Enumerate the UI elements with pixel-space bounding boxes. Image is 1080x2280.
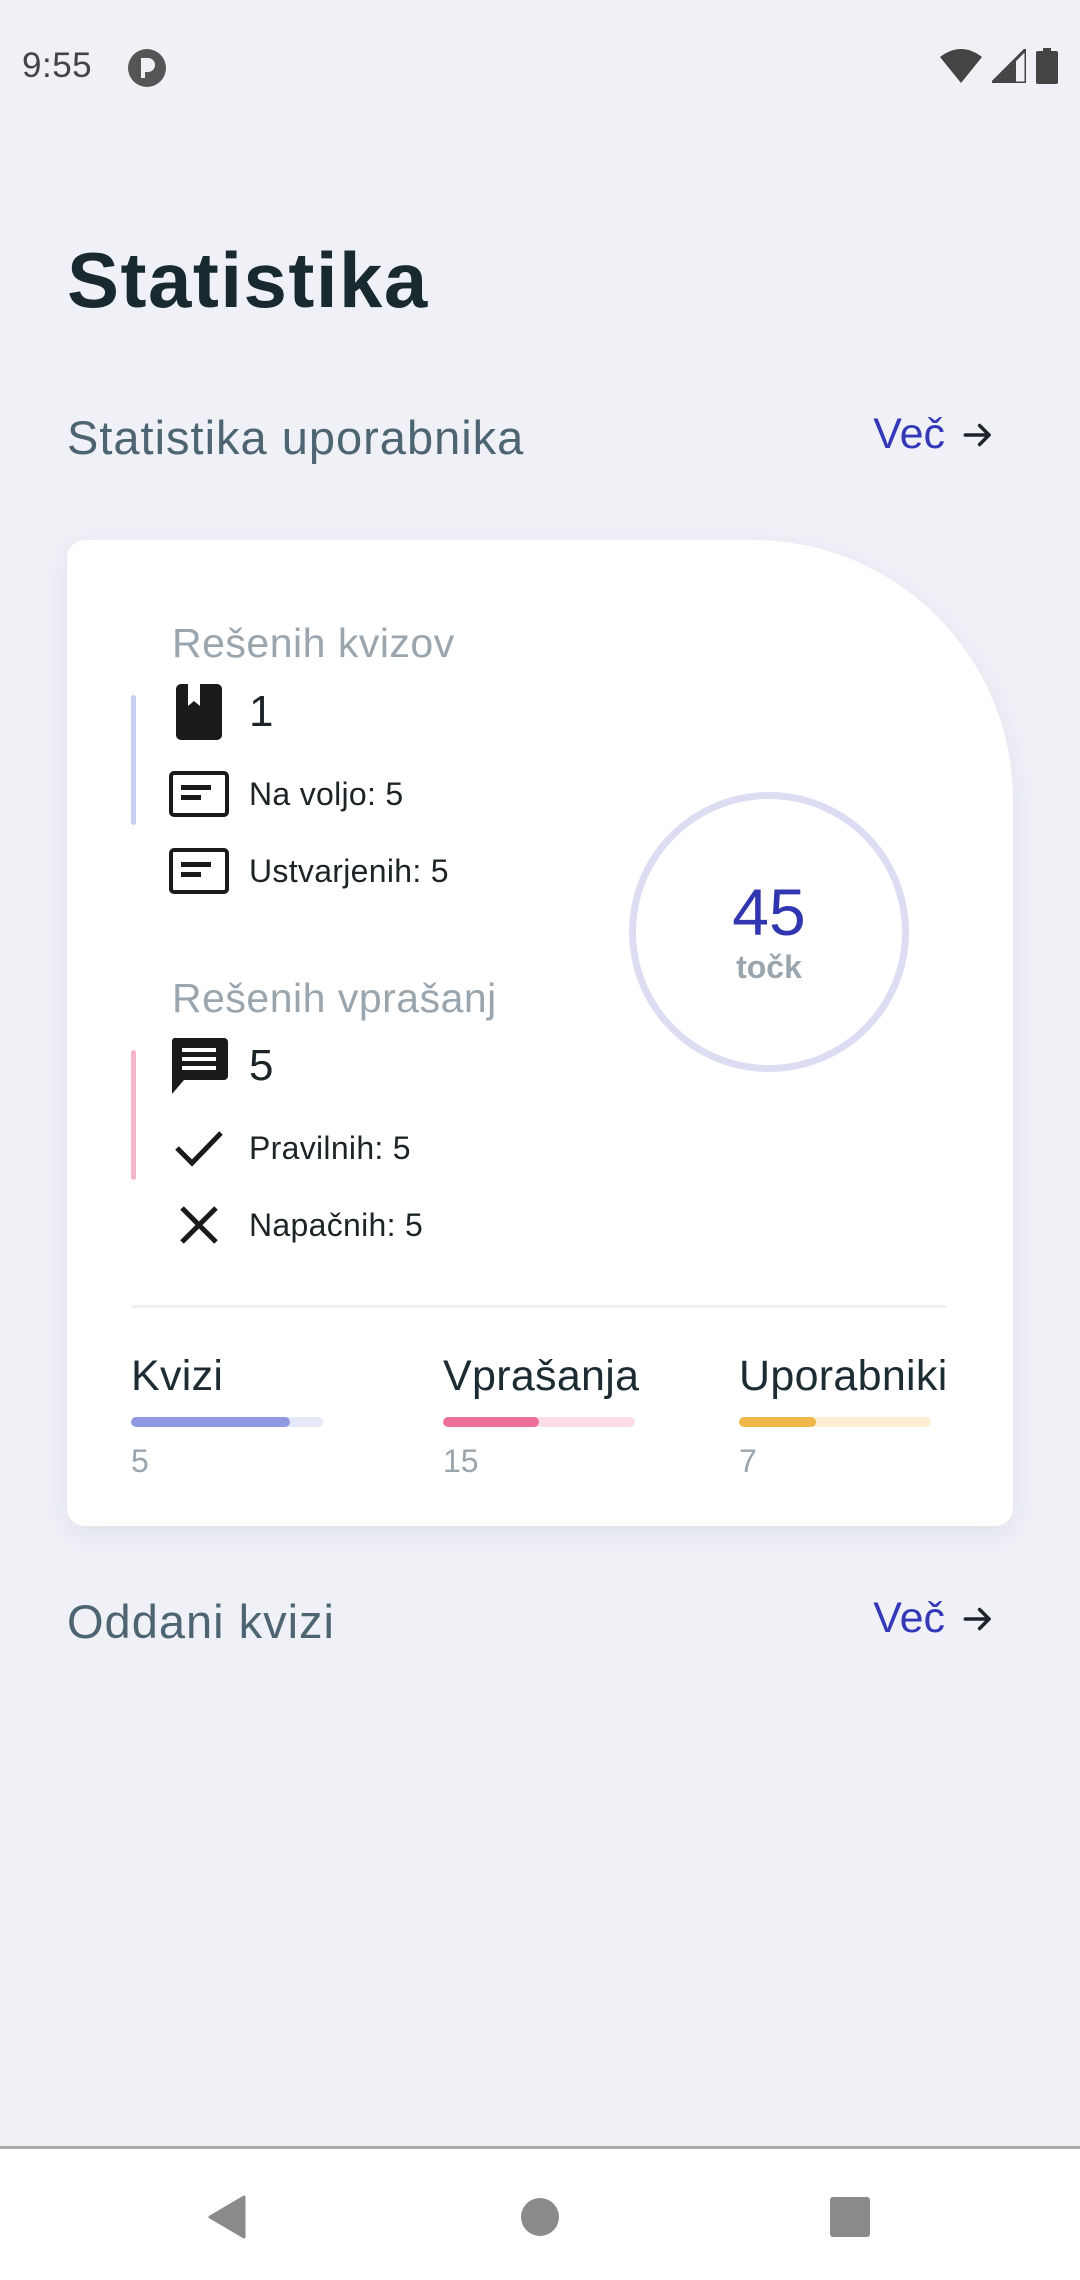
status-time: 9:55 xyxy=(22,46,93,85)
user-stats-card: Rešenih kvizov 1 Na voljo: 5 Ustvarjenih… xyxy=(67,540,1013,1526)
card-divider xyxy=(131,1305,947,1308)
wifi-icon xyxy=(940,49,982,83)
total-users-label: Uporabniki xyxy=(739,1352,948,1400)
page-title: Statistika xyxy=(67,236,429,324)
created-quizzes-row: Ustvarjenih: 5 xyxy=(167,839,449,903)
status-bar: 9:55 xyxy=(0,0,1080,135)
total-users-stat: Uporabniki 7 xyxy=(739,1352,948,1480)
total-quizzes-track xyxy=(131,1417,323,1427)
status-icons xyxy=(940,48,1058,84)
wrong-answers-value: Napačnih: 5 xyxy=(249,1206,424,1243)
quiz-card-icon xyxy=(167,762,231,826)
created-quizzes-value: Ustvarjenih: 5 xyxy=(249,852,449,889)
total-questions-label: Vprašanja xyxy=(443,1352,640,1400)
battery-icon xyxy=(1036,48,1058,84)
user-stats-more-link[interactable]: Več xyxy=(873,410,997,459)
solved-quizzes-value: 1 xyxy=(249,687,274,736)
correct-answers-row: Pravilnih: 5 xyxy=(167,1116,411,1180)
more-label: Več xyxy=(873,410,945,458)
system-nav-bar xyxy=(0,2146,1080,2280)
solved-questions-label: Rešenih vprašanj xyxy=(172,975,497,1021)
total-users-fill xyxy=(739,1417,816,1427)
points-value: 45 xyxy=(732,875,806,949)
questions-accent-bar xyxy=(131,1050,136,1180)
total-users-count: 7 xyxy=(739,1443,757,1479)
total-quizzes-fill xyxy=(131,1417,291,1427)
quiz-card-icon xyxy=(167,839,231,903)
close-icon xyxy=(167,1193,231,1257)
solved-quizzes-row: 1 xyxy=(167,680,273,744)
total-quizzes-label: Kvizi xyxy=(131,1352,224,1400)
signal-icon xyxy=(992,49,1026,83)
total-questions-track xyxy=(443,1417,635,1427)
user-stats-header: Statistika uporabnika Več xyxy=(67,410,1013,480)
back-icon xyxy=(208,2195,246,2239)
message-icon xyxy=(167,1034,231,1098)
more-label: Več xyxy=(873,1594,945,1642)
book-icon xyxy=(167,680,231,744)
total-questions-count: 15 xyxy=(443,1443,479,1479)
available-quizzes-row: Na voljo: 5 xyxy=(167,762,404,826)
total-users-track xyxy=(739,1417,931,1427)
recents-button[interactable] xyxy=(818,2185,882,2249)
available-quizzes-value: Na voljo: 5 xyxy=(249,775,404,812)
app-notification-icon xyxy=(128,49,166,87)
user-stats-title: Statistika uporabnika xyxy=(67,411,525,464)
points-ring: 45 točk xyxy=(629,792,909,1072)
quizzes-accent-bar xyxy=(131,695,136,825)
back-button[interactable] xyxy=(194,2185,258,2249)
check-icon xyxy=(167,1116,231,1180)
total-questions-stat: Vprašanja 15 xyxy=(443,1352,639,1480)
wrong-answers-row: Napačnih: 5 xyxy=(167,1193,423,1257)
solved-questions-row: 5 xyxy=(167,1034,273,1098)
total-quizzes-stat: Kvizi 5 xyxy=(131,1352,323,1480)
points-label: točk xyxy=(736,949,802,985)
total-quizzes-count: 5 xyxy=(131,1443,149,1479)
correct-answers-value: Pravilnih: 5 xyxy=(249,1129,411,1166)
home-icon xyxy=(521,2198,559,2236)
submitted-quizzes-more-link[interactable]: Več xyxy=(873,1594,997,1643)
home-button[interactable] xyxy=(508,2185,572,2249)
submitted-quizzes-title: Oddani kvizi xyxy=(67,1595,335,1648)
recents-icon xyxy=(830,2197,870,2237)
solved-quizzes-label: Rešenih kvizov xyxy=(172,620,455,666)
submitted-quizzes-header: Oddani kvizi Več xyxy=(67,1594,1013,1664)
solved-questions-value: 5 xyxy=(249,1041,274,1090)
arrow-right-icon xyxy=(963,423,991,446)
total-questions-fill xyxy=(443,1417,539,1427)
arrow-right-icon xyxy=(963,1607,991,1630)
